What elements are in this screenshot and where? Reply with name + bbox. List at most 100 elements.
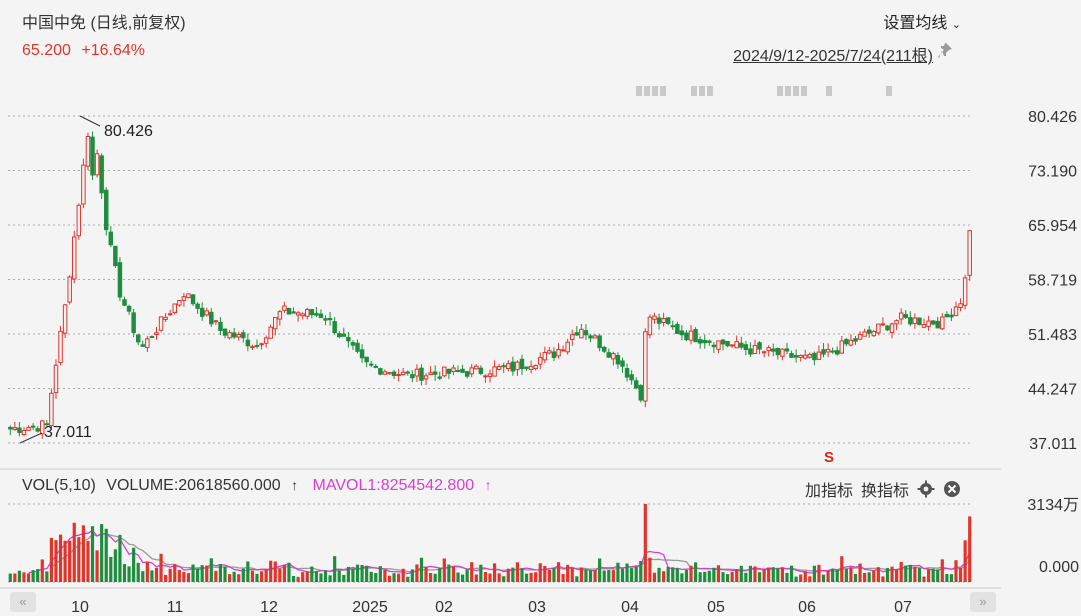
volume-bar	[333, 556, 337, 582]
candle-body	[853, 338, 858, 342]
volume-bar	[479, 564, 483, 582]
volume-bar	[255, 573, 259, 582]
candle-body	[442, 366, 447, 377]
volume-bar	[223, 566, 227, 582]
volume-bar	[904, 565, 908, 582]
volume-bar	[104, 528, 108, 582]
candle-body	[21, 429, 27, 435]
volume-bar	[287, 562, 291, 582]
x-axis: 10 11 12 2025 02 03 04 05 06 07	[71, 599, 912, 616]
chart-area[interactable]: 80.426 37.011 S 10 11 12 2025 02 03 04 05 06 07	[0, 0, 1001, 616]
volume-bar	[337, 570, 341, 582]
close-icon[interactable]	[943, 480, 961, 498]
volume-bar	[374, 573, 378, 582]
volume-bar	[90, 526, 95, 582]
candle-body	[761, 351, 767, 354]
candle-body	[862, 331, 867, 337]
event-marker	[636, 86, 642, 96]
volume-bar	[438, 568, 442, 582]
volume-bar	[378, 566, 382, 582]
volume-bar	[703, 571, 707, 582]
candle-body	[364, 356, 369, 363]
volume-bar	[177, 569, 181, 582]
volume-bar	[634, 566, 638, 582]
volume-bar	[196, 568, 200, 582]
candle-body	[90, 136, 95, 176]
volume-bar	[109, 556, 113, 582]
volume-bar	[200, 565, 204, 582]
volume-bar	[579, 567, 583, 582]
volume-bar	[355, 564, 360, 582]
candle-body	[378, 368, 383, 375]
volume-bar	[739, 565, 743, 582]
volume-bar	[831, 568, 835, 582]
volume-bar	[538, 563, 542, 582]
price-tick-label: 65.954	[1028, 218, 1077, 235]
candle-body	[17, 427, 22, 433]
volume-bar	[826, 570, 830, 582]
volume-bar	[707, 570, 711, 582]
volume-bar	[543, 565, 547, 582]
gear-icon[interactable]	[917, 480, 935, 498]
volume-bar	[141, 571, 145, 582]
scroll-right-button[interactable]: »	[970, 592, 996, 612]
candle-body	[213, 320, 219, 323]
mavol-value: MAVOL1:8254542.800	[312, 477, 475, 494]
volume-bar	[794, 576, 798, 582]
volume-bar	[853, 573, 858, 582]
price-tick-label: 73.190	[1028, 164, 1077, 181]
candle-body	[117, 262, 123, 298]
arrow-up-icon: ↑	[484, 477, 492, 493]
volume-bar	[648, 557, 652, 582]
volume-bar	[460, 574, 465, 582]
volume-bar	[566, 564, 570, 582]
candle-body	[496, 366, 502, 370]
event-marker	[777, 86, 783, 96]
volume-bar	[429, 573, 433, 582]
volume-bar	[872, 570, 876, 582]
candle-body	[958, 303, 963, 308]
candle-body	[510, 361, 516, 372]
volume-bar	[693, 562, 698, 582]
candle-body	[953, 306, 959, 317]
candle-body	[72, 236, 77, 280]
volume-bar	[776, 568, 780, 582]
event-marker	[644, 86, 650, 96]
candle-body	[277, 311, 283, 320]
volume-bar	[465, 569, 469, 582]
volume-bar	[383, 570, 387, 582]
candlesticks	[8, 131, 972, 439]
volume-bar	[940, 559, 944, 582]
volume-bar	[671, 567, 675, 582]
candle-body	[400, 371, 406, 376]
candle-body	[126, 305, 132, 312]
event-marker	[691, 86, 697, 96]
volume-bar	[652, 572, 657, 582]
candle-body	[332, 321, 337, 334]
candle-body	[798, 354, 803, 358]
volume-bar	[789, 565, 794, 582]
volume-bar	[666, 566, 670, 582]
candle-body	[469, 367, 474, 375]
candle-body	[327, 317, 333, 321]
candle-body	[35, 428, 40, 432]
volume-bar	[58, 534, 63, 582]
switch-indicator-button[interactable]: 换指标	[861, 477, 909, 501]
event-marker	[793, 86, 799, 96]
volume-bar	[771, 567, 775, 582]
candle-body	[414, 368, 420, 377]
candle-body	[524, 366, 529, 369]
candle-body	[254, 344, 260, 347]
candle-body	[62, 304, 68, 334]
volume-bar	[310, 566, 314, 582]
candle-body	[784, 348, 790, 352]
add-indicator-button[interactable]: 加指标	[805, 477, 853, 501]
volume-bar	[803, 571, 807, 582]
scroll-left-button[interactable]: «	[10, 592, 36, 612]
candle-body	[26, 427, 31, 431]
volume-bar	[351, 568, 355, 582]
volume-bar	[625, 563, 629, 582]
volume-bar	[301, 572, 305, 582]
volume-bar	[273, 561, 277, 582]
volume-bar	[22, 572, 26, 582]
